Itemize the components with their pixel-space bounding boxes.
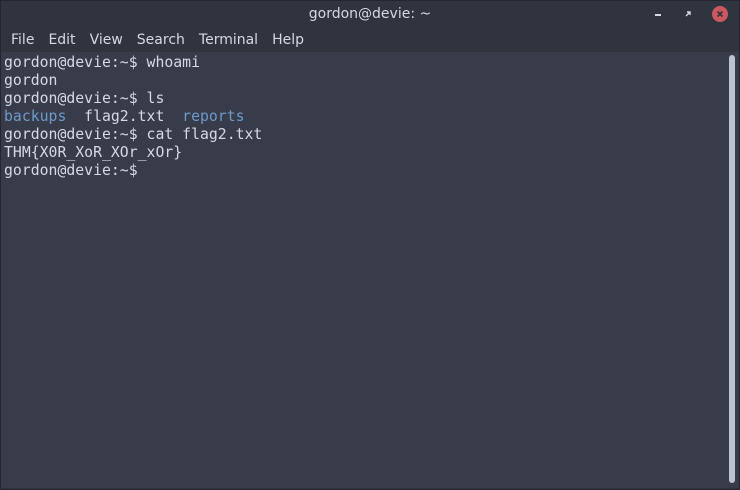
menu-search[interactable]: Search (130, 28, 192, 52)
maximize-button[interactable] (681, 7, 695, 21)
terminal-output[interactable]: gordon@devie:~$ whoami gordon gordon@devie… (1, 52, 727, 488)
menu-view[interactable]: View (83, 28, 130, 52)
scrollbar-thumb[interactable] (729, 55, 735, 483)
terminal-text: gordon (4, 72, 58, 89)
terminal-line: gordon@devie:~$ cat flag2.txt (4, 126, 727, 144)
close-button[interactable] (712, 6, 728, 22)
terminal-text: gordon@devie:~$ whoami (4, 54, 200, 71)
terminal-text: gordon@devie:~$ cat flag2.txt (4, 126, 263, 143)
terminal-window: gordon@devie: ~ File Edit View Search Te… (0, 0, 740, 490)
maximize-icon (685, 11, 691, 17)
terminal-line: gordon (4, 72, 727, 90)
menu-file[interactable]: File (4, 28, 41, 52)
minimize-icon (655, 14, 661, 16)
terminal-line: gordon@devie:~$ whoami (4, 54, 727, 72)
minimize-button[interactable] (651, 7, 665, 21)
terminal-text: gordon@devie:~$ (4, 162, 147, 179)
terminal-line: THM{X0R_XoR_XOr_xOr} (4, 144, 727, 162)
title-bar[interactable]: gordon@devie: ~ (1, 1, 739, 28)
terminal-text: flag2.txt (66, 108, 183, 125)
menu-help[interactable]: Help (265, 28, 311, 52)
terminal-text: gordon@devie:~$ ls (4, 90, 165, 107)
terminal-line: gordon@devie:~$ ls (4, 90, 727, 108)
menu-edit[interactable]: Edit (41, 28, 82, 52)
window-title: gordon@devie: ~ (308, 6, 432, 22)
directory-name: reports (182, 108, 245, 125)
close-icon (716, 10, 724, 18)
directory-name: backups (4, 108, 67, 125)
terminal-text: THM{X0R_XoR_XOr_xOr} (4, 144, 183, 161)
terminal-line: backups flag2.txt reports (4, 108, 727, 126)
terminal-line: gordon@devie:~$ (4, 162, 727, 180)
scrollbar[interactable] (727, 52, 739, 488)
menu-bar: File Edit View Search Terminal Help (1, 28, 739, 52)
menu-terminal[interactable]: Terminal (192, 28, 265, 52)
